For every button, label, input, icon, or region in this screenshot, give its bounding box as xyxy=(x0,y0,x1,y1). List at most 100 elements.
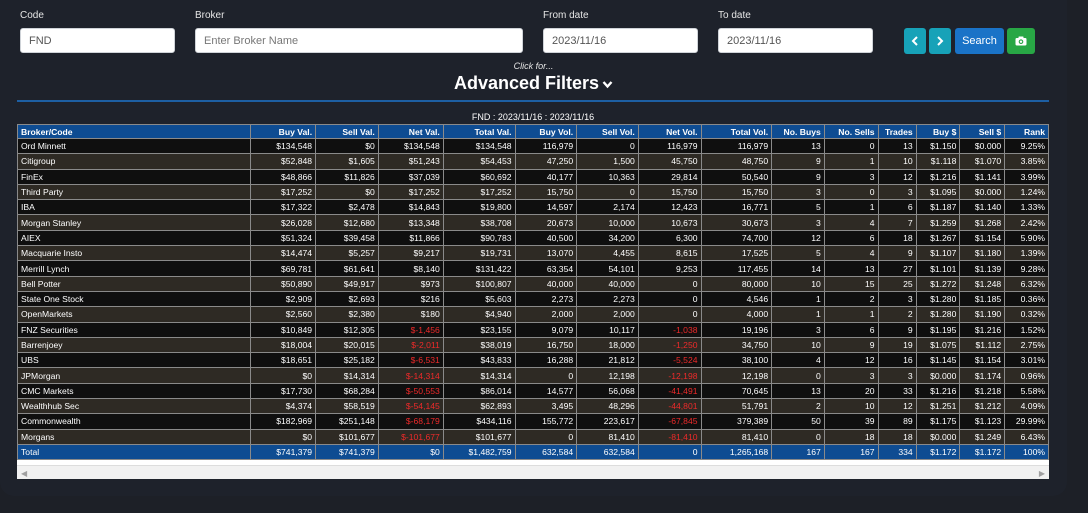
broker-name-cell: Ord Minnett xyxy=(16,137,252,155)
total-cell: 167 xyxy=(823,443,879,461)
table-cell: 13 xyxy=(877,137,917,155)
table-cell: $49,917 xyxy=(315,275,379,292)
table-cell: 2,273 xyxy=(576,290,639,308)
table-cell: 0 xyxy=(637,275,702,292)
total-cell: 632,584 xyxy=(514,443,578,461)
broker-input[interactable] xyxy=(195,28,523,53)
table-cell: 1.52% xyxy=(1004,321,1049,338)
column-header[interactable]: Net Val. xyxy=(377,124,444,139)
table-cell: 16,750 xyxy=(514,336,578,354)
to-date-input[interactable] xyxy=(718,28,873,53)
table-cell: 10 xyxy=(771,275,825,292)
table-row[interactable]: AIEX $51,324 $39,458 $11,866 $90,783 40,500 34… xyxy=(16,229,1049,247)
column-header[interactable]: No. Sells xyxy=(823,124,879,139)
table-cell: 12 xyxy=(877,168,917,185)
column-header[interactable]: Rank xyxy=(1004,124,1049,139)
table-cell: 3.99% xyxy=(1004,168,1049,185)
table-cell: $0 xyxy=(315,183,379,201)
table-cell: $2,380 xyxy=(315,306,379,323)
table-row[interactable]: Third Party $17,252 $0 $17,252 $17,252 15,750… xyxy=(16,183,1049,201)
scroll-right-icon[interactable]: ▶ xyxy=(1039,469,1045,478)
table-cell: 63,354 xyxy=(514,260,578,277)
table-cell: $11,826 xyxy=(315,168,379,185)
table-cell: 0 xyxy=(771,428,825,445)
from-date-input[interactable] xyxy=(543,28,698,53)
table-cell: $52,848 xyxy=(250,153,317,170)
broker-table: Broker/Code Buy Val. Sell Val. Net Val. Tota… xyxy=(16,124,1049,461)
advanced-filters-toggle[interactable]: Advanced Filters xyxy=(0,73,1067,94)
table-cell: $17,252 xyxy=(250,183,317,201)
table-row[interactable]: State One Stock $2,909 $2,693 $216 $5,603 2,2… xyxy=(16,290,1049,308)
table-cell: 54,101 xyxy=(576,260,639,277)
table-cell: 2,000 xyxy=(576,306,639,323)
table-row[interactable]: CMC Markets $17,730 $68,284 $-50,553 $86,014… xyxy=(16,382,1049,400)
screenshot-button[interactable] xyxy=(1007,28,1035,54)
table-row[interactable]: Morgan Stanley $26,028 $12,680 $13,348 $38,7… xyxy=(16,214,1049,231)
table-row[interactable]: Macquarie Insto $14,474 $5,257 $9,217 $19,73… xyxy=(16,245,1049,262)
to-date-label: To date xyxy=(718,10,751,21)
table-row[interactable]: Bell Potter $50,890 $49,917 $973 $100,807 40,… xyxy=(16,275,1049,292)
column-header[interactable]: Net Vol. xyxy=(637,124,702,139)
table-cell: 12,198 xyxy=(700,367,773,384)
column-header[interactable]: Sell Vol. xyxy=(576,124,639,139)
table-cell: 8,615 xyxy=(637,245,702,262)
broker-label: Broker xyxy=(195,10,225,21)
table-cell: 116,979 xyxy=(637,137,702,155)
table-cell: 0 xyxy=(771,367,825,384)
scroll-left-icon[interactable]: ◀ xyxy=(21,469,27,478)
table-row[interactable]: Wealthhub Sec $4,374 $58,519 $-54,145 $62,89… xyxy=(16,398,1049,415)
table-row[interactable]: UBS $18,651 $25,182 $-6,531 $43,833 16,288 21,… xyxy=(16,352,1049,369)
column-header[interactable]: Sell Val. xyxy=(315,124,379,139)
table-row[interactable]: JPMorgan $0 $14,314 $-14,314 $14,314 0 12,198-… xyxy=(16,367,1049,384)
table-row[interactable]: IBA $17,322 $2,478 $14,843 $19,800 14,597 2,17… xyxy=(16,199,1049,216)
table-cell: $1.150 xyxy=(915,137,961,155)
table-cell: -5,524 xyxy=(637,352,702,369)
table-cell: $68,284 xyxy=(315,382,379,400)
table-cell: 13 xyxy=(771,137,825,155)
column-header[interactable]: Buy Val. xyxy=(250,124,317,139)
column-header[interactable]: Total Vol. xyxy=(700,124,773,139)
table-row[interactable]: FinEx $48,866 $11,826 $37,039 $60,692 40,177 1… xyxy=(16,168,1049,185)
next-day-button[interactable] xyxy=(929,28,951,54)
column-header[interactable]: Buy Vol. xyxy=(514,124,578,139)
column-header[interactable]: Sell $ xyxy=(959,124,1006,139)
column-header[interactable]: Buy $ xyxy=(915,124,961,139)
broker-name-cell: Macquarie Insto xyxy=(16,245,252,262)
table-cell: $1.175 xyxy=(915,413,961,430)
table-cell: $1.101 xyxy=(915,260,961,277)
table-row[interactable]: Commonwealth $182,969 $251,148 $-68,179 $434… xyxy=(16,413,1049,430)
table-cell: 0.32% xyxy=(1004,306,1049,323)
horizontal-scrollbar[interactable]: ◀ ▶ xyxy=(17,465,1049,479)
table-cell: 15,750 xyxy=(514,183,578,201)
table-cell: $101,677 xyxy=(442,428,516,445)
table-cell: 0 xyxy=(637,306,702,323)
column-header[interactable]: Total Val. xyxy=(442,124,516,139)
column-header[interactable]: Broker/Code xyxy=(16,124,252,139)
column-header[interactable]: No. Buys xyxy=(771,124,825,139)
table-row[interactable]: Citigroup $52,848 $1,605 $51,243 $54,453 47,2… xyxy=(16,153,1049,170)
table-total-row: Total $741,379 $741,379 $0 $1,482,759 632,584… xyxy=(16,443,1049,461)
table-cell: 15,750 xyxy=(637,183,702,201)
table-cell: 10,673 xyxy=(637,214,702,231)
table-cell: $58,519 xyxy=(315,398,379,415)
table-row[interactable]: Ord Minnett $134,548 $0 $134,548 $134,548 116… xyxy=(16,137,1049,155)
table-row[interactable]: Merrill Lynch $69,781 $61,641 $8,140 $131,42… xyxy=(16,260,1049,277)
column-header[interactable]: Trades xyxy=(877,124,917,139)
code-label: Code xyxy=(20,10,44,21)
table-cell: 20 xyxy=(823,382,879,400)
table-cell: 3 xyxy=(771,183,825,201)
table-cell: 155,772 xyxy=(514,413,578,430)
table-cell: $1.272 xyxy=(915,275,961,292)
table-row[interactable]: Morgans $0 $101,677 $-101,677 $101,677 0 81,41… xyxy=(16,428,1049,445)
table-row[interactable]: OpenMarkets $2,560 $2,380 $180 $4,940 2,000 2,… xyxy=(16,306,1049,323)
table-cell: 10,117 xyxy=(576,321,639,338)
table-cell: $-68,179 xyxy=(377,413,444,430)
table-row[interactable]: FNZ Securities $10,849 $12,305 $-1,456 $23,1… xyxy=(16,321,1049,338)
prev-day-button[interactable] xyxy=(904,28,926,54)
table-row[interactable]: Barrenjoey $18,004 $20,015 $-2,011 $38,019 16… xyxy=(16,336,1049,354)
table-cell: $11,866 xyxy=(377,229,444,247)
code-input[interactable] xyxy=(20,28,175,53)
table-cell: 6,300 xyxy=(637,229,702,247)
search-button[interactable]: Search xyxy=(955,28,1004,54)
table-cell: $1.216 xyxy=(915,168,961,185)
